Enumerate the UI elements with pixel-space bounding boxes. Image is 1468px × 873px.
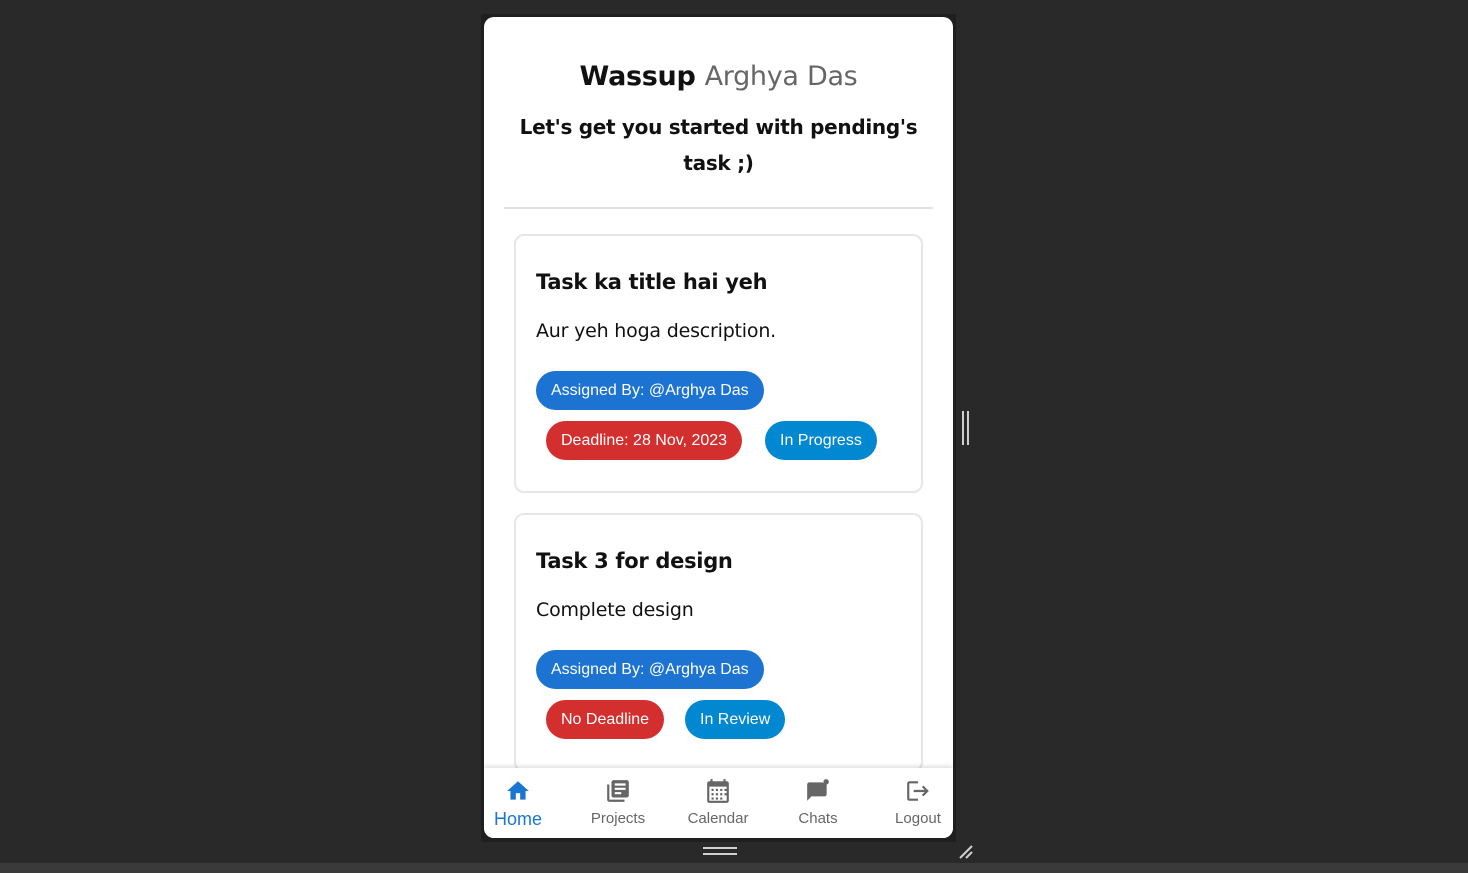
mobile-viewport: Wassup Arghya Das Let's get you started … [484,17,953,838]
bottom-navigation: Home Projects Calendar Chats Logout [484,768,953,838]
nav-label: Projects [590,810,646,827]
task-card[interactable]: Task ka title hai yeh Aur yeh hoga descr… [514,234,923,493]
nav-item-logout[interactable]: Logout [868,768,953,838]
calendar-icon [707,779,729,803]
library-books-icon [607,780,629,802]
nav-item-projects[interactable]: Projects [568,768,668,838]
nav-item-home[interactable]: Home [484,768,568,838]
logout-icon [907,781,929,801]
page-title: Wassup Arghya Das [484,61,953,92]
assigned-by-chip[interactable]: Assigned By: @Arghya Das [536,371,764,410]
nav-item-calendar[interactable]: Calendar [668,768,768,838]
header-divider [504,207,933,209]
nav-label: Calendar [687,810,749,827]
home-icon [507,781,529,800]
status-chip[interactable]: In Review [685,700,786,739]
resize-corner-icon[interactable] [957,843,975,861]
status-chip[interactable]: In Progress [765,421,877,460]
nav-label: Chats [798,810,838,827]
task-card[interactable]: Task 3 for design Complete design Assign… [514,513,923,772]
nav-item-chats[interactable]: Chats [768,768,868,838]
resize-handle-bottom[interactable] [703,847,737,856]
page-subtitle: Let's get you started with pending's tas… [519,115,918,175]
task-description: Aur yeh hoga description. [536,320,776,342]
greeting-prefix: Wassup [579,61,696,92]
window-bottom-strip [0,863,1468,873]
task-title: Task 3 for design [536,549,733,573]
deadline-chip[interactable]: Deadline: 28 Nov, 2023 [546,421,743,460]
nav-label: Logout [895,810,941,827]
chat-badge-icon [807,779,829,801]
nav-label: Home [493,809,542,829]
resize-handle-right[interactable] [962,411,969,445]
deadline-chip[interactable]: No Deadline [546,700,665,739]
task-description: Complete design [536,599,694,621]
user-name: Arghya Das [704,61,858,92]
task-title: Task ka title hai yeh [536,270,768,294]
assigned-by-chip[interactable]: Assigned By: @Arghya Das [536,650,764,689]
